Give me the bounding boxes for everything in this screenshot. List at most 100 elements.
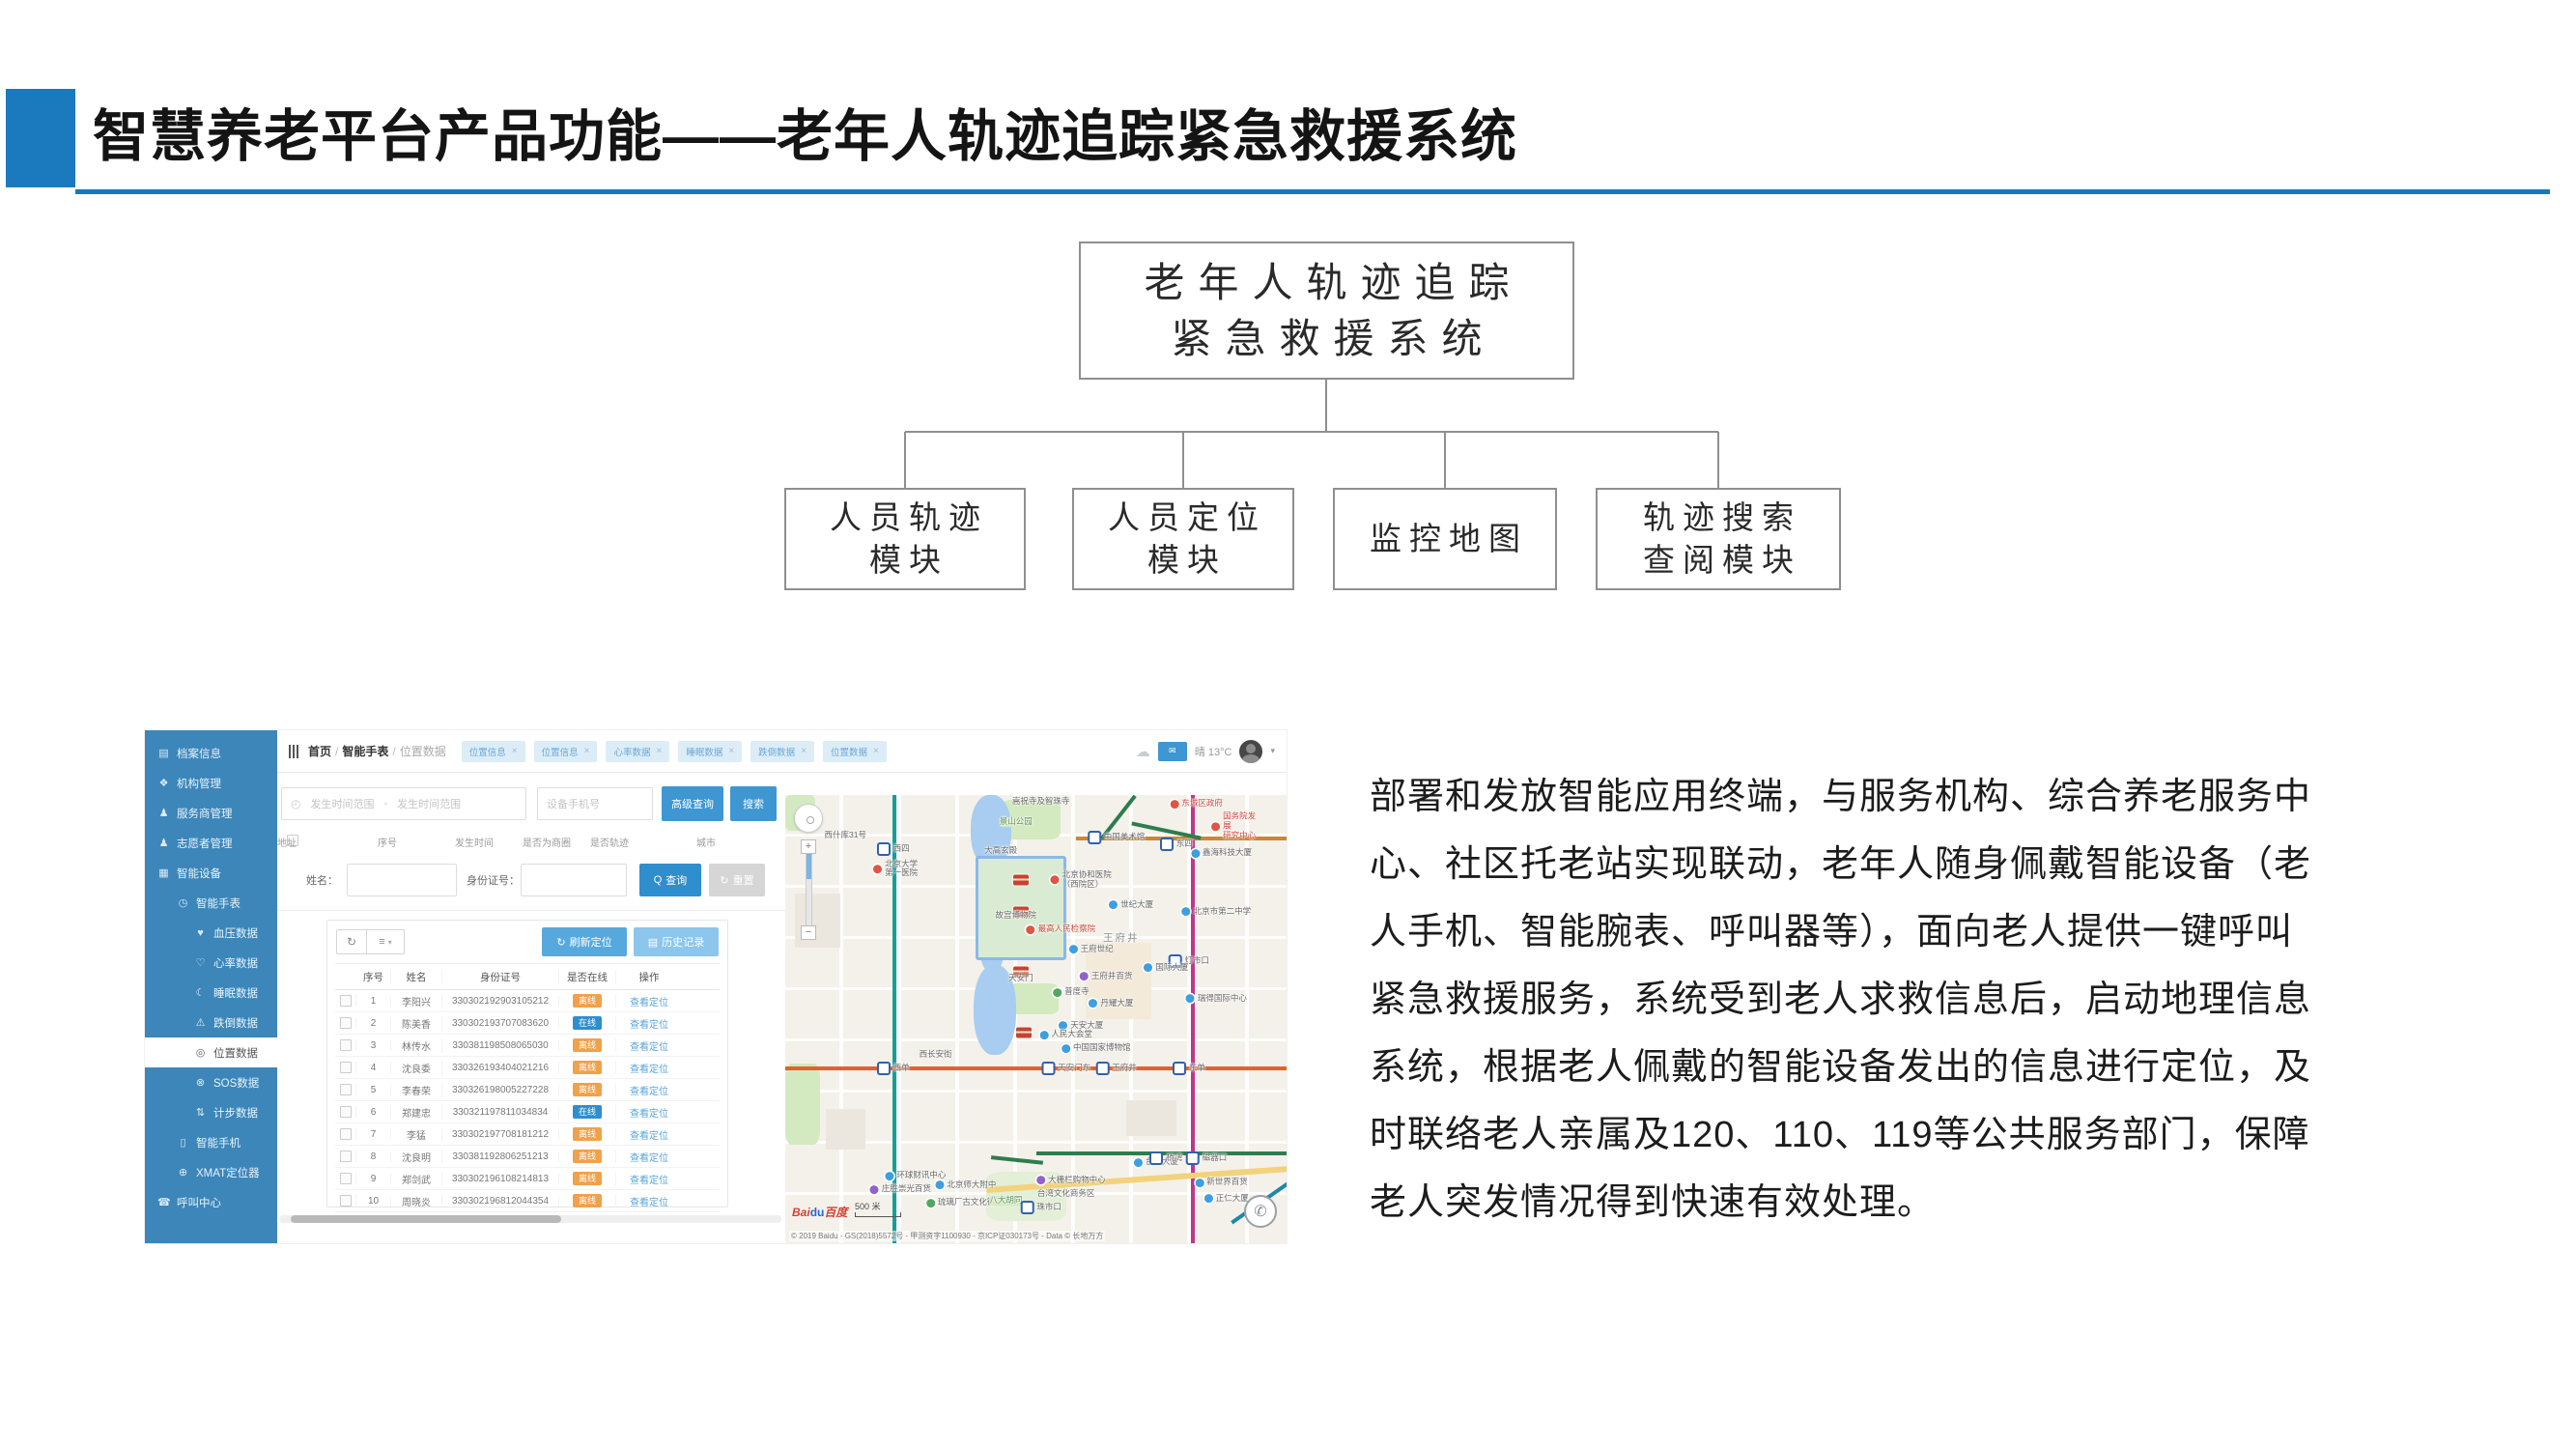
id-number-input[interactable] [521,864,627,896]
zoom-in-button[interactable]: + [801,839,816,854]
map-poi-label: 北京大学 第一医院 [885,860,918,879]
map-poi-label: 大栅栏购物中心 [1048,1176,1106,1185]
map-poi-label: 鑫海科技大厦 [1203,848,1252,858]
close-tab-icon[interactable]: × [512,746,518,756]
sidebar-item-label: 位置数据 [213,1045,258,1061]
sidebar-item[interactable]: ◎ 位置数据 [145,1037,277,1067]
close-tab-icon[interactable]: × [728,746,734,756]
notification-button[interactable]: ✉ [1158,742,1187,761]
row-checkbox[interactable] [340,1151,352,1162]
sidebar-item[interactable]: ♟ 志愿者管理 [145,828,277,858]
view-tab[interactable]: 位置信息 × [462,741,525,762]
view-tab[interactable]: 睡眠数据 × [678,741,742,762]
map-poi: 西单 [877,1062,910,1075]
view-tab[interactable]: 心率数据 × [606,741,669,762]
breadcrumb-module[interactable]: 智能手表 [342,745,388,758]
sidebar-item[interactable]: ♥ 血压数据 [145,918,277,948]
row-checkbox[interactable] [340,1128,352,1140]
row-checkbox[interactable] [340,1106,352,1118]
row-name: 李猛 [391,1127,442,1142]
view-tab[interactable]: 位置信息 × [534,741,598,762]
avatar[interactable] [1239,740,1262,763]
sidebar-item-icon: ▤ [157,747,170,759]
name-input[interactable] [347,864,457,896]
reset-button[interactable]: ↻重置 [709,864,765,896]
map-poi: 琉璃厂古文化街 [926,1198,996,1208]
map-pan-control[interactable] [794,804,823,833]
refresh-button[interactable]: ↻ [336,929,367,954]
columns-filter-button[interactable]: ≡▾ [366,929,405,954]
device-phone-input[interactable]: 设备手机号 [537,787,653,820]
table-header-cell: 身份证号 [442,970,559,984]
sidebar-item[interactable]: ⊗ SOS数据 [145,1067,277,1097]
sidebar-item[interactable]: ◷ 智能手表 [145,888,277,918]
view-location-link[interactable]: 查看定位 [630,1109,668,1120]
sidebar-item[interactable]: ☾ 睡眠数据 [145,978,277,1008]
sidebar-item[interactable]: ⚠ 跌倒数据 [145,1008,277,1037]
breadcrumb-home[interactable]: 首页 [308,745,331,758]
row-checkbox[interactable] [340,1084,352,1095]
location-column-label: 序号 [378,835,397,849]
chevron-down-icon[interactable]: ▾ [1270,746,1275,756]
sidebar-item[interactable]: ♡ 心率数据 [145,948,277,978]
view-tab-label: 心率数据 [613,745,650,758]
sidebar-item[interactable]: ❖ 机构管理 [145,768,277,798]
breadcrumb-current: 位置数据 [400,745,446,758]
date-range-input[interactable]: ◴ 发生时间范围 - 发生时间范围 [281,787,526,820]
status-badge: 离线 [573,1150,602,1163]
view-location-link[interactable]: 查看定位 [630,1176,668,1186]
close-tab-icon[interactable]: × [656,746,662,756]
view-location-link[interactable]: 查看定位 [630,998,668,1009]
map-poi-label: 故宫博物院 [995,911,1036,921]
traffic-phone-button[interactable]: ✆ [1244,1195,1277,1228]
row-checkbox[interactable] [340,995,352,1007]
sidebar-item[interactable]: ▤ 档案信息 [145,738,277,768]
sidebar-item[interactable]: ☎ 呼叫中心 [145,1187,277,1217]
weather-cloud-icon: ☁ [1136,743,1150,760]
row-checkbox[interactable] [340,1039,352,1051]
horizontal-scrollbar[interactable] [279,1215,781,1223]
refresh-location-button[interactable]: ↻刷新定位 [542,927,627,956]
map-poi-label: 八大胡同 [989,1196,1022,1206]
row-id-number: 330381192806251213 [442,1151,559,1162]
sidebar-item[interactable]: ⊕ XMAT定位器 [145,1157,277,1187]
view-location-link[interactable]: 查看定位 [630,1087,668,1097]
view-location-link[interactable]: 查看定位 [630,1131,668,1142]
person-filter-row: 姓名： 身份证号： Q查询 ↻重置 [277,862,785,898]
row-name: 陈美香 [391,1016,442,1031]
history-button[interactable]: ▤历史记录 [634,927,719,956]
search-button[interactable]: 搜索 [730,786,777,821]
close-tab-icon[interactable]: × [584,746,590,756]
close-tab-icon[interactable]: × [801,746,807,756]
sidebar-item[interactable]: ♟ 服务商管理 [145,798,277,828]
map-zoom-control[interactable]: + − [801,839,816,940]
row-checkbox[interactable] [340,1062,352,1073]
view-location-link[interactable]: 查看定位 [630,1042,668,1053]
close-tab-icon[interactable]: × [873,746,879,756]
sidebar-item-label: 智能手表 [196,895,241,911]
scrollbar-thumb[interactable] [291,1215,561,1223]
view-tab[interactable]: 跌倒数据 × [750,741,814,762]
table-row: 9 郑剑武 330302196108214813 离线 查看定位 [335,1168,720,1190]
sidebar-item-label: 睡眠数据 [213,985,258,1001]
row-seq: 3 [356,1040,391,1051]
view-location-link[interactable]: 查看定位 [630,1065,668,1075]
view-tab[interactable]: 位置数据 × [823,741,887,762]
sidebar-item[interactable]: ▯ 智能手机 [145,1127,277,1157]
menu-toggle-icon[interactable] [289,745,298,758]
row-checkbox[interactable] [340,1017,352,1029]
view-location-link[interactable]: 查看定位 [630,1020,668,1031]
sidebar-item[interactable]: ▦ 智能设备 [145,858,277,888]
sidebar-item[interactable]: ⇅ 计步数据 [145,1097,277,1127]
row-checkbox[interactable] [340,1195,352,1207]
location-column-label: 城市 [696,835,716,849]
zoom-slider[interactable] [806,854,812,925]
zoom-out-button[interactable]: − [801,925,816,940]
view-location-link[interactable]: 查看定位 [630,1198,668,1208]
row-checkbox[interactable] [340,1173,352,1184]
query-button[interactable]: Q查询 [639,864,701,896]
advanced-search-button[interactable]: 高级查询 [662,786,723,821]
view-location-link[interactable]: 查看定位 [630,1153,668,1164]
metro-line-7-curve [991,1155,1044,1165]
map-panel[interactable]: 嵩祝寺及智珠寺 东城区政府 景山公园 西什库31号 [785,795,1287,1243]
